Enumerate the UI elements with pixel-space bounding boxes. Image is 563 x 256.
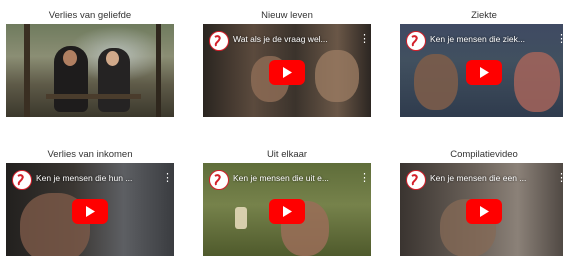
video-caption: Compilatievideo: [450, 149, 518, 160]
video-caption: Verlies van inkomen: [47, 149, 133, 160]
more-vert-icon[interactable]: ⋮: [359, 171, 370, 185]
more-vert-icon[interactable]: ⋮: [556, 171, 563, 185]
channel-logo-icon[interactable]: [406, 170, 426, 190]
youtube-play-icon[interactable]: [72, 199, 108, 224]
more-vert-icon[interactable]: ⋮: [556, 32, 563, 46]
youtube-play-icon[interactable]: [269, 199, 305, 224]
video-thumbnail[interactable]: Ken je mensen die uit e... ⋮: [203, 163, 371, 256]
youtube-play-icon[interactable]: [466, 199, 502, 224]
video-title[interactable]: Wat als je de vraag wel...: [233, 34, 343, 44]
youtube-play-icon[interactable]: [269, 60, 305, 85]
channel-logo-icon[interactable]: [12, 170, 32, 190]
video-caption: Nieuw leven: [261, 10, 313, 21]
video-thumbnail[interactable]: Ken je mensen die een ... ⋮: [400, 163, 563, 256]
subtitle-text: ​: [203, 106, 371, 111]
video-title[interactable]: Ken je mensen die hun ...: [36, 173, 146, 183]
video-title[interactable]: Ken je mensen die een ...: [430, 173, 540, 183]
channel-logo-icon[interactable]: [209, 170, 229, 190]
more-vert-icon[interactable]: ⋮: [162, 171, 173, 185]
more-vert-icon[interactable]: ⋮: [359, 32, 370, 46]
video-caption: Ziekte: [471, 10, 497, 21]
video-title[interactable]: Ken je mensen die ziek...: [430, 34, 540, 44]
video-title[interactable]: Ken je mensen die uit e...: [233, 173, 343, 183]
video-thumbnail[interactable]: Ken je mensen die ziek... ⋮: [400, 24, 563, 117]
youtube-play-icon[interactable]: [466, 60, 502, 85]
channel-logo-icon[interactable]: [406, 31, 426, 51]
video-thumbnail[interactable]: Ken je mensen die hun ... ⋮: [6, 163, 174, 256]
video-thumbnail[interactable]: Wat als je de vraag wel... ⋮ ​: [203, 24, 371, 117]
video-caption: Verlies van geliefde: [48, 10, 132, 21]
channel-logo-icon[interactable]: [209, 31, 229, 51]
video-thumbnail[interactable]: [6, 24, 174, 117]
video-caption: Uit elkaar: [266, 149, 308, 160]
